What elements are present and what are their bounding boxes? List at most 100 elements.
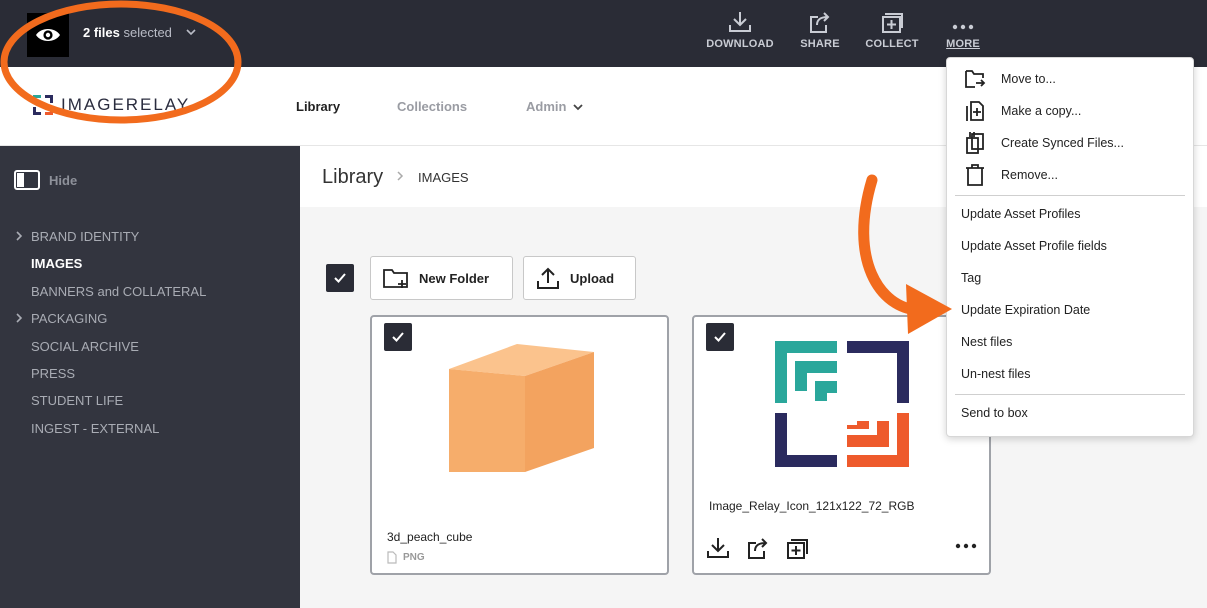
more-dots-icon[interactable] bbox=[955, 543, 977, 549]
download-label: DOWNLOAD bbox=[706, 38, 774, 50]
sidebar-item[interactable]: INGEST - EXTERNAL bbox=[0, 418, 300, 445]
collect-label: COLLECT bbox=[865, 38, 919, 50]
sidebar-item[interactable]: STUDENT LIFE bbox=[0, 390, 300, 417]
chevron-right-icon[interactable] bbox=[14, 230, 24, 242]
file-type-label: PNG bbox=[403, 552, 425, 563]
menu-divider bbox=[955, 394, 1185, 395]
sidebar-item-label: IMAGES bbox=[31, 256, 83, 272]
chevron-right-icon bbox=[397, 171, 404, 181]
menu-item-update-asset-profile-fields[interactable]: Update Asset Profile fields bbox=[947, 230, 1193, 262]
document-icon bbox=[387, 551, 397, 564]
menu-item-label: Update Asset Profile fields bbox=[961, 239, 1107, 253]
nav-admin[interactable]: Admin bbox=[526, 99, 583, 114]
new-folder-button[interactable]: New Folder bbox=[370, 256, 513, 300]
share-label: SHARE bbox=[800, 38, 840, 50]
sidebar-item-label: SOCIAL ARCHIVE bbox=[31, 338, 139, 354]
hide-sidebar-toggle[interactable]: Hide bbox=[14, 170, 77, 190]
sidebar-item[interactable]: PRESS bbox=[0, 363, 300, 390]
hide-label: Hide bbox=[49, 172, 78, 188]
menu-divider bbox=[955, 195, 1185, 196]
more-label: MORE bbox=[946, 38, 980, 50]
collect-icon bbox=[882, 13, 903, 33]
folder-sidebar: Hide BRAND IDENTITY IMAGES BANNERS and COL… bbox=[0, 146, 300, 608]
checkmark-icon bbox=[334, 273, 346, 283]
move-folder-icon bbox=[964, 68, 986, 90]
selection-suffix: selected bbox=[123, 25, 172, 40]
menu-item-label: Tag bbox=[961, 271, 982, 285]
collect-action[interactable]: COLLECT bbox=[852, 10, 932, 50]
menu-item-label: Create Synced Files... bbox=[1001, 136, 1124, 150]
menu-item-label: Nest files bbox=[961, 335, 1013, 349]
more-dots-icon bbox=[952, 24, 974, 30]
sidebar-item-label: BRAND IDENTITY bbox=[31, 229, 140, 244]
folder-list: BRAND IDENTITY IMAGES BANNERS and COLLATER… bbox=[0, 226, 300, 445]
chevron-right-icon[interactable] bbox=[14, 312, 24, 324]
collect-icon[interactable] bbox=[786, 536, 810, 560]
sidebar-item-label: PRESS bbox=[31, 365, 76, 381]
file-name: 3d_peach_cube bbox=[387, 530, 473, 544]
menu-item-move-to[interactable]: Move to... bbox=[947, 63, 1193, 95]
sidebar-panel-icon bbox=[14, 170, 40, 190]
download-icon[interactable] bbox=[706, 536, 730, 560]
checkmark-icon bbox=[714, 332, 726, 342]
upload-icon bbox=[537, 267, 559, 289]
menu-item-tag[interactable]: Tag bbox=[947, 262, 1193, 294]
file-select-checkbox[interactable] bbox=[706, 323, 734, 351]
menu-item-remove[interactable]: Remove... bbox=[947, 159, 1193, 191]
more-action[interactable]: MORE bbox=[923, 10, 1003, 50]
menu-item-make-copy[interactable]: Make a copy... bbox=[947, 95, 1193, 127]
sidebar-item-label: PACKAGING bbox=[31, 311, 108, 327]
preview-toggle-button[interactable] bbox=[27, 13, 69, 57]
file-card[interactable]: 3d_peach_cube PNG bbox=[370, 315, 669, 575]
menu-item-send-to-box[interactable]: Send to box bbox=[947, 397, 1193, 429]
select-all-checkbox[interactable] bbox=[326, 264, 354, 292]
download-action[interactable]: DOWNLOAD bbox=[700, 10, 780, 50]
chevron-down-icon[interactable] bbox=[185, 27, 197, 37]
synced-files-icon bbox=[964, 132, 986, 154]
menu-item-un-nest-files[interactable]: Un-nest files bbox=[947, 358, 1193, 390]
peach-cube-thumbnail bbox=[449, 344, 594, 472]
eye-icon bbox=[36, 29, 60, 41]
selection-count[interactable]: 2 files selected bbox=[83, 25, 172, 40]
menu-item-create-synced[interactable]: Create Synced Files... bbox=[947, 127, 1193, 159]
nav-library[interactable]: Library bbox=[296, 99, 340, 114]
nav-collections[interactable]: Collections bbox=[397, 99, 467, 114]
menu-item-label: Update Asset Profiles bbox=[961, 207, 1081, 221]
menu-item-label: Make a copy... bbox=[1001, 104, 1082, 118]
share-icon[interactable] bbox=[746, 536, 770, 560]
new-folder-icon bbox=[383, 269, 408, 288]
menu-item-label: Un-nest files bbox=[961, 367, 1031, 381]
sidebar-item[interactable]: PACKAGING bbox=[0, 308, 300, 335]
sidebar-item[interactable]: BRAND IDENTITY bbox=[0, 226, 300, 253]
sidebar-item[interactable]: IMAGES bbox=[0, 253, 300, 280]
file-name: Image_Relay_Icon_121x122_72_RGB bbox=[709, 499, 915, 513]
file-select-checkbox[interactable] bbox=[384, 323, 412, 351]
nav-admin-label: Admin bbox=[526, 99, 567, 114]
menu-item-label: Remove... bbox=[1001, 168, 1058, 182]
image-relay-icon-thumbnail bbox=[775, 341, 909, 467]
file-type: PNG bbox=[387, 551, 425, 564]
sidebar-item-label: BANNERS and COLLATERAL bbox=[31, 283, 207, 299]
menu-item-label: Update Expiration Date bbox=[961, 303, 1091, 317]
sidebar-item[interactable]: SOCIAL ARCHIVE bbox=[0, 336, 300, 363]
menu-item-update-expiration-date[interactable]: Update Expiration Date bbox=[947, 294, 1193, 326]
menu-item-update-asset-profiles[interactable]: Update Asset Profiles bbox=[947, 198, 1193, 230]
breadcrumb-root[interactable]: Library bbox=[322, 166, 383, 189]
logo-text: IMAGERELAY bbox=[61, 95, 191, 114]
menu-item-label: Move to... bbox=[1001, 72, 1056, 86]
sidebar-item[interactable]: BANNERS and COLLATERAL bbox=[0, 281, 300, 308]
image-relay-logo[interactable]: IMAGERELAY bbox=[31, 93, 190, 117]
upload-button[interactable]: Upload bbox=[523, 256, 636, 300]
sidebar-item-label: STUDENT LIFE bbox=[31, 393, 124, 409]
menu-item-nest-files[interactable]: Nest files bbox=[947, 326, 1193, 358]
upload-label: Upload bbox=[570, 270, 615, 286]
chevron-down-icon bbox=[573, 104, 583, 111]
copy-icon bbox=[964, 100, 986, 122]
menu-item-label: Send to box bbox=[961, 406, 1028, 420]
file-actions bbox=[706, 536, 826, 560]
share-icon bbox=[810, 12, 830, 33]
selection-count-label: 2 files bbox=[83, 25, 120, 40]
share-action[interactable]: SHARE bbox=[780, 10, 860, 50]
sidebar-item-label: INGEST - EXTERNAL bbox=[31, 420, 160, 436]
trash-icon bbox=[964, 164, 986, 186]
